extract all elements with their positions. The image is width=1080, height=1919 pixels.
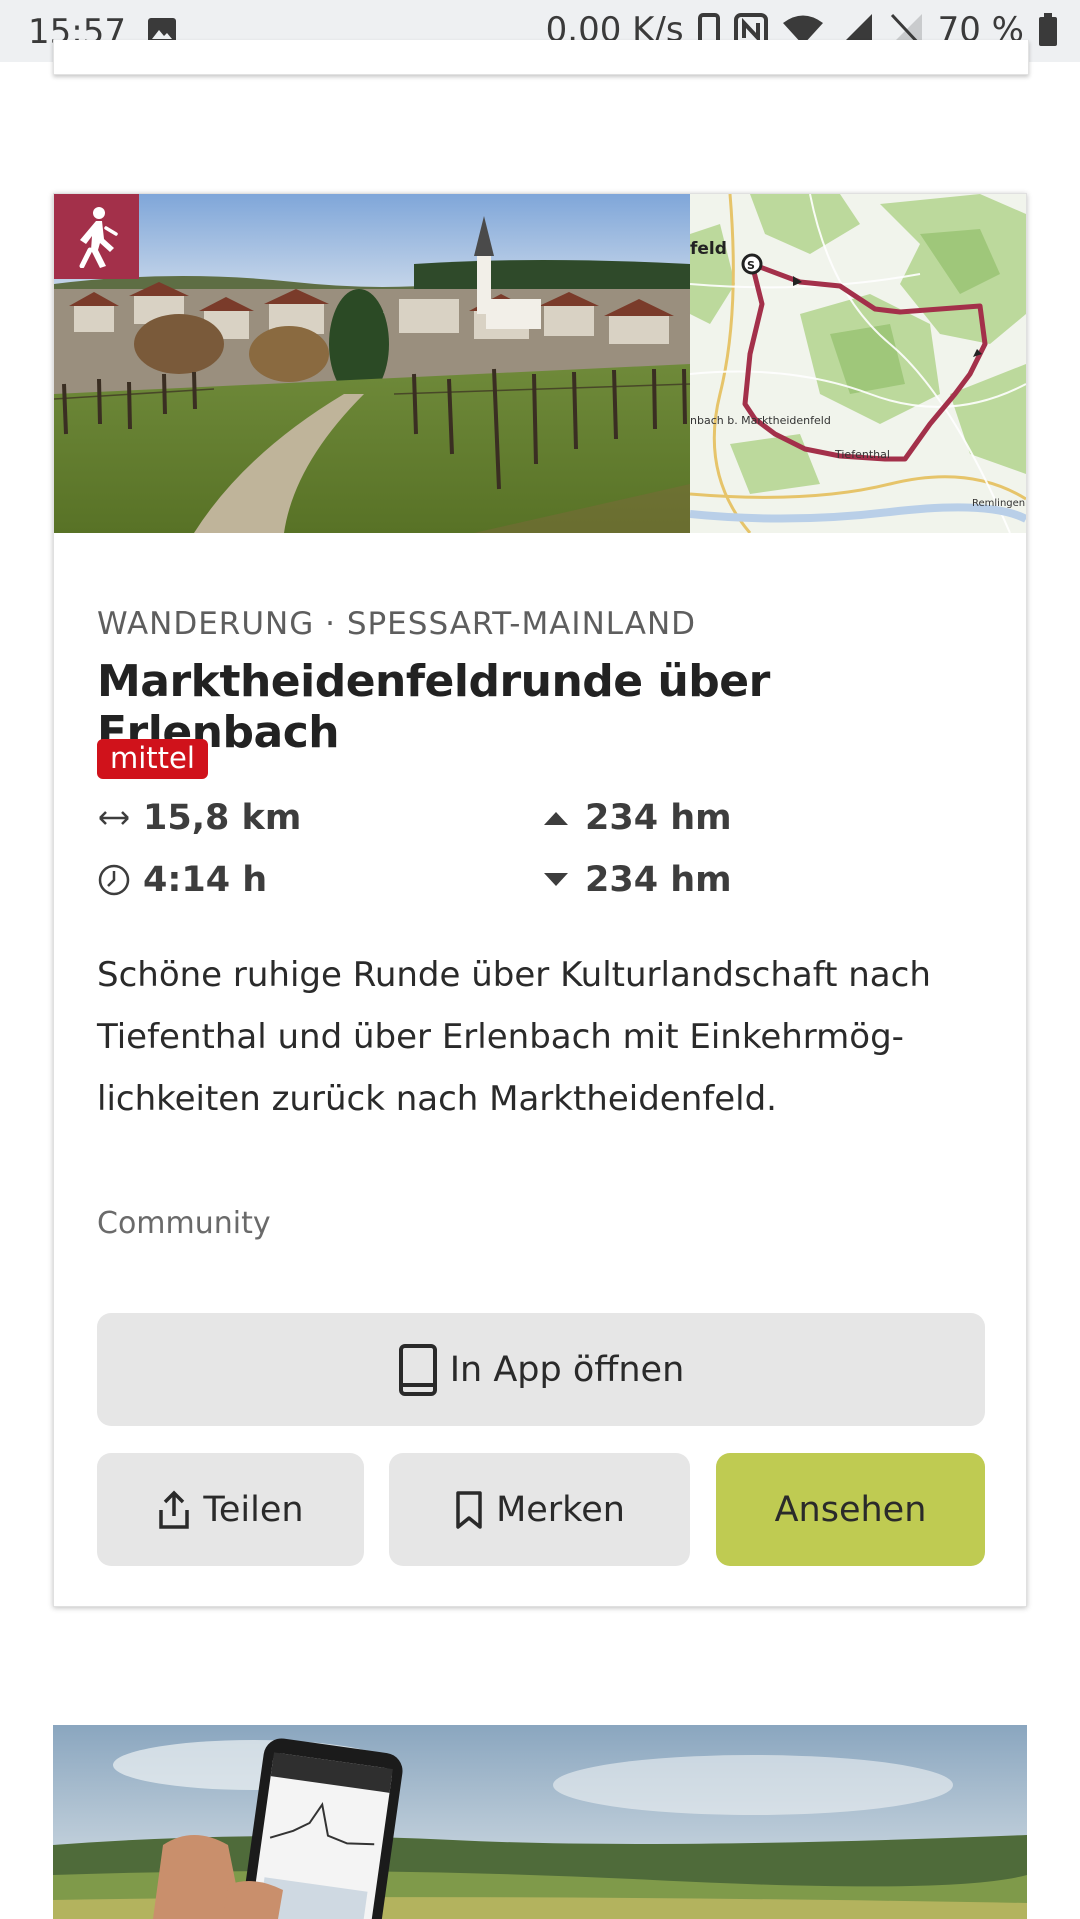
- open-in-app-button[interactable]: In App öffnen: [97, 1313, 985, 1426]
- hiking-badge: [54, 194, 139, 279]
- share-button[interactable]: Teilen: [97, 1453, 364, 1566]
- save-button[interactable]: Merken: [389, 1453, 690, 1566]
- next-card-image: [53, 1725, 1027, 1919]
- tour-description: Schöne ruhige Runde über Kulturlandschaf…: [97, 955, 931, 1119]
- tour-category: WANDERUNG · SPESSART-MAINLAND: [97, 606, 697, 642]
- ascent-icon: [539, 810, 573, 826]
- tour-media[interactable]: S feld nbach b. Marktheidenfeld Tiefenth…: [54, 194, 1026, 533]
- duration-value: 4:14 h: [143, 860, 268, 900]
- stat-descent: 234 hm: [539, 860, 732, 900]
- view-button[interactable]: Ansehen: [716, 1453, 985, 1566]
- view-label: Ansehen: [774, 1489, 927, 1530]
- difficulty-badge: mittel: [97, 739, 208, 779]
- battery-icon: [1039, 13, 1057, 46]
- tour-map: S feld nbach b. Marktheidenfeld Tiefenth…: [690, 194, 1026, 533]
- share-label: Teilen: [203, 1489, 304, 1530]
- map-label-village: Tiefenthal: [834, 448, 890, 461]
- map-start-marker: S: [747, 259, 755, 272]
- clock-icon: [97, 863, 131, 897]
- distance-icon: [97, 809, 131, 827]
- previous-card-bottom[interactable]: [53, 40, 1029, 75]
- map-label-corner: Remlingen: [972, 498, 1025, 509]
- open-in-app-label: In App öffnen: [449, 1349, 685, 1390]
- tour-card[interactable]: S feld nbach b. Marktheidenfeld Tiefenth…: [53, 193, 1027, 1607]
- save-label: Merken: [496, 1489, 625, 1530]
- share-icon: [159, 1490, 190, 1529]
- stat-duration: 4:14 h: [97, 860, 267, 900]
- stat-distance: 15,8 km: [97, 798, 301, 838]
- descent-value: 234 hm: [585, 860, 732, 900]
- map-label-town: nbach b. Marktheidenfeld: [690, 414, 831, 427]
- stat-ascent: 234 hm: [539, 798, 732, 838]
- tour-photo: [54, 194, 690, 533]
- tour-title[interactable]: Marktheidenfeldrunde über Erlenbach: [97, 656, 997, 758]
- tour-source: Community: [97, 1206, 271, 1241]
- hiker-icon: [79, 206, 118, 268]
- distance-value: 15,8 km: [143, 798, 302, 838]
- bookmark-icon: [456, 1490, 482, 1529]
- next-card-preview[interactable]: [53, 1725, 1027, 1919]
- map-label-top: feld: [690, 239, 727, 259]
- smartphone-icon: [398, 1343, 437, 1396]
- descent-icon: [539, 872, 573, 888]
- ascent-value: 234 hm: [585, 798, 732, 838]
